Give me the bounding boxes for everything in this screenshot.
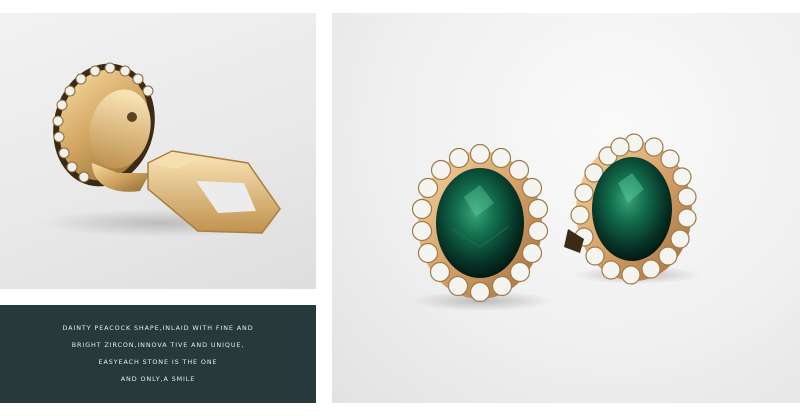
emerald-earrings-illustration bbox=[411, 133, 701, 311]
earring-right bbox=[564, 133, 697, 285]
caption-box: DAINTY PEACOCK SHAPE,INLAID WITH FINE AN… bbox=[0, 305, 316, 403]
earring-left bbox=[411, 143, 549, 303]
caption-line-2: BRIGHT ZIRCON,INNOVA TIVE AND UNIQUE, bbox=[71, 341, 245, 349]
caption-line-4: AND ONLY,A SMILE bbox=[120, 375, 196, 383]
clip-earring-illustration bbox=[40, 62, 281, 237]
clip-earring-photo bbox=[0, 13, 316, 289]
caption-line-1: DAINTY PEACOCK SHAPE,INLAID WITH FINE AN… bbox=[62, 324, 254, 332]
emerald-stud-earrings-photo bbox=[332, 13, 800, 403]
caption-line-3: EASYEACH STONE IS THE ONE bbox=[98, 358, 218, 366]
